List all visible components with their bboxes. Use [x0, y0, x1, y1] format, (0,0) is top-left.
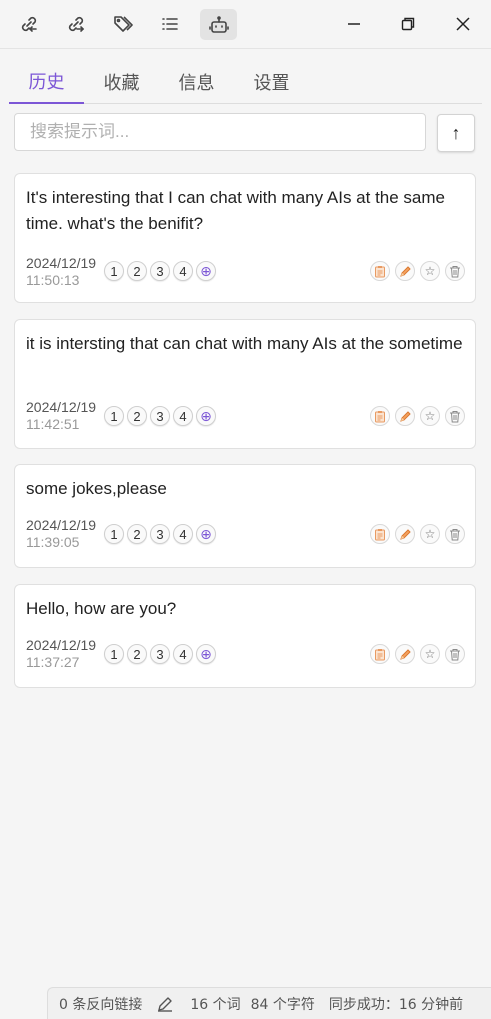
card-actions: ☆: [370, 644, 465, 664]
date-label: 2024/12/19: [26, 517, 97, 533]
model-4-button[interactable]: 4: [173, 406, 193, 426]
restore-icon[interactable]: [393, 9, 423, 39]
prompt-text: it is intersting that can chat with many…: [26, 334, 463, 353]
edit-icon[interactable]: [395, 406, 415, 426]
copy-icon[interactable]: [370, 644, 390, 664]
model-4-button[interactable]: 4: [173, 261, 193, 281]
tags-icon[interactable]: [108, 9, 138, 39]
history-card[interactable]: It's interesting that I can chat with ma…: [14, 173, 476, 303]
model-2-button[interactable]: 2: [127, 644, 147, 664]
minimize-icon[interactable]: [339, 9, 369, 39]
star-icon[interactable]: ☆: [420, 524, 440, 544]
add-model-icon[interactable]: ⊕: [196, 524, 216, 544]
date-label: 2024/12/19: [26, 399, 97, 415]
sync-status[interactable]: 同步成功：16 分钟前: [329, 994, 463, 1014]
edit-icon[interactable]: [395, 261, 415, 281]
prompt-search-input[interactable]: [14, 113, 426, 151]
model-3-button[interactable]: 3: [150, 644, 170, 664]
timestamp: 2024/12/19 11:42:51: [26, 399, 96, 433]
trash-icon[interactable]: [445, 524, 465, 544]
model-2-button[interactable]: 2: [127, 406, 147, 426]
char-count: 84 个字符: [250, 996, 315, 1013]
outgoing-link-icon[interactable]: [61, 9, 91, 39]
edit-icon[interactable]: [395, 524, 415, 544]
model-3-button[interactable]: 3: [150, 406, 170, 426]
model-4-button[interactable]: 4: [173, 644, 193, 664]
model-2-button[interactable]: 2: [127, 261, 147, 281]
top-toolbar: [0, 0, 491, 49]
card-actions: ☆: [370, 261, 465, 281]
history-card[interactable]: it is intersting that can chat with many…: [14, 319, 476, 449]
history-card[interactable]: Hello, how are you? 2024/12/19 11:37:27 …: [14, 584, 476, 688]
model-2-button[interactable]: 2: [127, 524, 147, 544]
timestamp: 2024/12/19 11:39:05: [26, 517, 96, 551]
card-actions: ☆: [370, 406, 465, 426]
date-label: 2024/12/19: [26, 255, 97, 271]
time-label: 11:37:27: [26, 654, 80, 670]
model-selector: 1 2 3 4 ⊕: [104, 406, 216, 426]
time-label: 11:39:05: [26, 534, 80, 550]
close-icon[interactable]: [448, 9, 478, 39]
word-count: 16 个词: [190, 996, 241, 1013]
model-3-button[interactable]: 3: [150, 524, 170, 544]
copy-icon[interactable]: [370, 261, 390, 281]
model-1-button[interactable]: 1: [104, 644, 124, 664]
edit-icon[interactable]: [395, 644, 415, 664]
model-selector: 1 2 3 4 ⊕: [104, 644, 216, 664]
scroll-top-button[interactable]: ↑: [437, 114, 475, 152]
backlinks-count[interactable]: 0 条反向链接: [59, 994, 142, 1014]
trash-icon[interactable]: [445, 644, 465, 664]
tab-settings[interactable]: 设置: [234, 60, 309, 104]
pencil-icon[interactable]: [156, 995, 174, 1013]
tab-history[interactable]: 历史: [9, 60, 84, 104]
copy-icon[interactable]: [370, 524, 390, 544]
tab-favorites[interactable]: 收藏: [84, 60, 159, 104]
prompt-text: It's interesting that I can chat with ma…: [26, 188, 446, 233]
prompt-text: some jokes,please: [26, 479, 167, 498]
card-actions: ☆: [370, 524, 465, 544]
add-model-icon[interactable]: ⊕: [196, 406, 216, 426]
model-1-button[interactable]: 1: [104, 261, 124, 281]
timestamp: 2024/12/19 11:37:27: [26, 637, 96, 671]
tab-info[interactable]: 信息: [159, 60, 234, 104]
model-1-button[interactable]: 1: [104, 524, 124, 544]
add-model-icon[interactable]: ⊕: [196, 261, 216, 281]
timestamp: 2024/12/19 11:50:13: [26, 255, 96, 289]
star-icon[interactable]: ☆: [420, 644, 440, 664]
tab-bar: 历史 收藏 信息 设置: [9, 60, 482, 104]
backlink-icon[interactable]: [14, 9, 44, 39]
star-icon[interactable]: ☆: [420, 261, 440, 281]
copy-icon[interactable]: [370, 406, 390, 426]
model-selector: 1 2 3 4 ⊕: [104, 524, 216, 544]
robot-icon[interactable]: [200, 9, 237, 40]
time-label: 11:42:51: [26, 416, 80, 432]
star-icon[interactable]: ☆: [420, 406, 440, 426]
history-card[interactable]: some jokes,please 2024/12/19 11:39:05 1 …: [14, 464, 476, 568]
trash-icon[interactable]: [445, 406, 465, 426]
prompt-text: Hello, how are you?: [26, 599, 177, 618]
model-selector: 1 2 3 4 ⊕: [104, 261, 216, 281]
trash-icon[interactable]: [445, 261, 465, 281]
outline-list-icon[interactable]: [155, 9, 185, 39]
status-bar: 0 条反向链接 16 个词 84 个字符 同步成功：16 分钟前: [47, 987, 491, 1019]
model-1-button[interactable]: 1: [104, 406, 124, 426]
time-label: 11:50:13: [26, 272, 80, 288]
model-4-button[interactable]: 4: [173, 524, 193, 544]
add-model-icon[interactable]: ⊕: [196, 644, 216, 664]
model-3-button[interactable]: 3: [150, 261, 170, 281]
date-label: 2024/12/19: [26, 637, 97, 653]
